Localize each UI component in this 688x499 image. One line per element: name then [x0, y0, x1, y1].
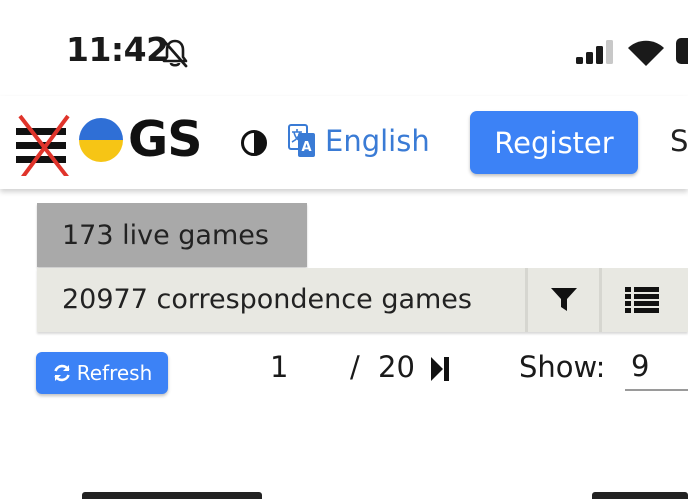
language-selector[interactable]: A English	[288, 124, 430, 158]
current-page-input[interactable]: 1	[270, 350, 288, 384]
page-size-input[interactable]	[625, 343, 688, 391]
logo-text: GS	[128, 111, 203, 168]
list-icon	[625, 287, 659, 313]
menu-icon[interactable]	[14, 106, 74, 176]
svg-text:A: A	[301, 140, 311, 155]
tab-correspondence-games[interactable]: 20977 correspondence games	[62, 268, 472, 332]
total-pages: 20	[378, 350, 415, 384]
refresh-icon	[53, 364, 70, 382]
bell-slash-icon	[162, 39, 188, 68]
signal-icon	[576, 40, 613, 64]
battery-icon	[676, 38, 688, 64]
translate-icon: A	[288, 124, 315, 157]
refresh-button[interactable]: Refresh	[36, 352, 168, 394]
filter-button[interactable]	[528, 268, 600, 332]
clipped-text	[592, 492, 688, 499]
filter-icon	[551, 288, 577, 311]
skip-to-end-icon[interactable]	[430, 356, 450, 382]
refresh-label: Refresh	[76, 361, 153, 385]
site-header: GS A English Register S	[0, 96, 688, 189]
sign-in-link[interactable]: S	[670, 124, 688, 158]
ogs-logo[interactable]: GS	[78, 111, 203, 168]
clipped-table-row	[82, 484, 688, 499]
status-time: 11:42	[66, 30, 169, 69]
page-separator: /	[350, 350, 360, 384]
ukraine-flag-icon	[79, 117, 123, 162]
wifi-icon	[628, 40, 664, 66]
tab-live-games[interactable]: 173 live games	[37, 203, 307, 267]
contrast-icon[interactable]	[240, 129, 268, 157]
register-button[interactable]: Register	[470, 111, 638, 174]
correspondence-bar: 20977 correspondence games	[37, 268, 688, 332]
clipped-text	[82, 492, 262, 499]
language-label: English	[325, 124, 430, 158]
list-view-button[interactable]	[602, 268, 682, 332]
show-label: Show:	[519, 350, 606, 384]
